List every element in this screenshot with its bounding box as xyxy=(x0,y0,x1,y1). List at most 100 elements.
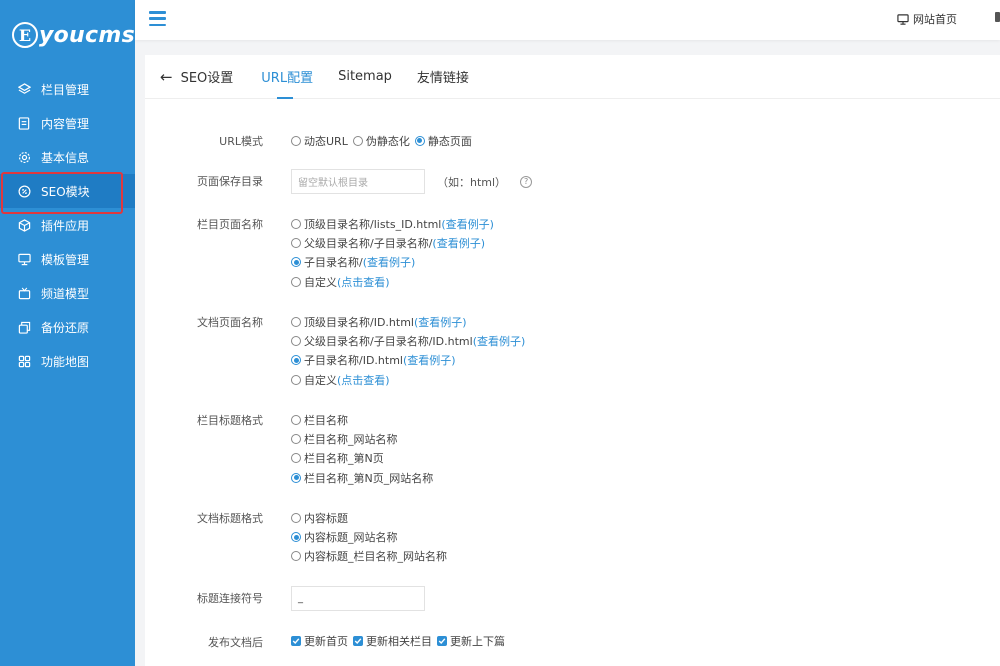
view-example-link[interactable]: (查看例子) xyxy=(414,314,467,330)
doc-page-option-custom[interactable]: 自定义 (点击查看) xyxy=(291,370,525,389)
tab-sitemap[interactable]: Sitemap xyxy=(338,55,392,99)
title-separator-control: _ xyxy=(291,586,425,611)
logo[interactable]: E youcms xyxy=(0,0,135,70)
doc-title-format-options: 内容标题 内容标题_网站名称 内容标题_栏目名称_网站名称 xyxy=(291,508,447,566)
view-example-link[interactable]: (查看例子) xyxy=(363,254,416,270)
sidebar-item-label: 功能地图 xyxy=(41,354,90,369)
radio-button[interactable] xyxy=(291,414,301,425)
sidebar-item-seo[interactable]: SEO模块 xyxy=(0,174,135,208)
sidebar-item-label: 模板管理 xyxy=(41,252,90,267)
website-home-link[interactable]: 网站首页 xyxy=(897,11,957,27)
url-mode-options: 动态URL 伪静态化 静态页面 xyxy=(291,131,477,150)
menu-toggle-icon[interactable] xyxy=(149,11,166,26)
url-mode-option-dynamic[interactable]: 动态URL xyxy=(291,131,348,150)
option-label: 栏目名称_第N页_网站名称 xyxy=(304,471,434,485)
checkbox-checked-icon[interactable] xyxy=(291,635,301,646)
sidebar-item-channel-model[interactable]: 频道模型 xyxy=(0,276,135,310)
doc-page-name-label: 文档页面名称 xyxy=(197,316,263,329)
view-example-link[interactable]: (查看例子) xyxy=(473,333,526,349)
radio-button-selected[interactable] xyxy=(291,355,301,366)
user-icon[interactable] xyxy=(995,12,1000,22)
radio-button[interactable] xyxy=(291,276,301,287)
column-title-option-2[interactable]: 栏目名称_网站名称 xyxy=(291,429,433,448)
checkbox-checked-icon[interactable] xyxy=(353,635,363,646)
radio-button[interactable] xyxy=(291,238,301,249)
column-page-option-3[interactable]: 子目录名称/(查看例子) xyxy=(291,253,494,272)
url-mode-option-static[interactable]: 静态页面 xyxy=(414,131,472,150)
radio-button[interactable] xyxy=(291,374,301,385)
tab-friend-links[interactable]: 友情链接 xyxy=(417,55,469,99)
radio-button-selected[interactable] xyxy=(291,257,301,268)
url-mode-label: URL模式 xyxy=(219,135,263,148)
radio-button[interactable] xyxy=(291,434,301,445)
update-related-columns-checkbox[interactable]: 更新相关栏目 xyxy=(353,631,432,650)
column-page-option-custom[interactable]: 自定义 (点击查看) xyxy=(291,272,494,291)
column-page-option-1[interactable]: 顶级目录名称/lists_ID.html (查看例子) xyxy=(291,214,494,233)
cube-icon xyxy=(17,218,31,232)
radio-button[interactable] xyxy=(291,135,301,146)
radio-button[interactable] xyxy=(291,218,301,229)
sidebar-item-templates[interactable]: 模板管理 xyxy=(0,242,135,276)
update-prev-next-checkbox[interactable]: 更新上下篇 xyxy=(437,631,505,650)
option-label: 栏目名称_第N页 xyxy=(304,452,384,466)
layers-icon xyxy=(17,82,31,96)
radio-button[interactable] xyxy=(352,135,363,146)
update-home-checkbox[interactable]: 更新首页 xyxy=(291,631,348,650)
doc-title-option-2[interactable]: 内容标题_网站名称 xyxy=(291,527,447,546)
sidebar-item-content[interactable]: 内容管理 xyxy=(0,106,135,140)
arrow-left-icon: ← xyxy=(160,67,173,86)
option-label: 更新首页 xyxy=(304,634,348,648)
view-example-link[interactable]: (查看例子) xyxy=(441,216,494,232)
click-view-link[interactable]: (点击查看) xyxy=(337,372,390,388)
radio-button[interactable] xyxy=(291,512,301,523)
back-button[interactable]: ← SEO设置 xyxy=(160,67,234,87)
sidebar-item-label: 频道模型 xyxy=(41,286,90,301)
checkbox-checked-icon[interactable] xyxy=(437,635,447,646)
tab-url-config[interactable]: URL配置 xyxy=(261,55,313,99)
option-label: 内容标题_栏目名称_网站名称 xyxy=(304,550,447,564)
option-label: 栏目名称 xyxy=(304,413,348,427)
sidebar-item-backup[interactable]: 备份还原 xyxy=(0,310,135,344)
sidebar-item-label: 备份还原 xyxy=(41,320,90,335)
doc-title-option-1[interactable]: 内容标题 xyxy=(291,508,447,527)
title-separator-input[interactable]: _ xyxy=(291,586,425,611)
column-title-option-4[interactable]: 栏目名称_第N页_网站名称 xyxy=(291,468,433,487)
sidebar-menu: 栏目管理 内容管理 基本信息 SEO模块 插件应用 模板管理 频道模型 备份还原… xyxy=(0,72,135,378)
seo-icon xyxy=(17,184,31,198)
sidebar-item-basic-info[interactable]: 基本信息 xyxy=(0,140,135,174)
sidebar-item-columns[interactable]: 栏目管理 xyxy=(0,72,135,106)
url-mode-option-pseudo-static[interactable]: 伪静态化 xyxy=(352,131,410,150)
radio-button[interactable] xyxy=(291,336,301,347)
option-label: 顶级目录名称/ID.html xyxy=(304,315,414,329)
column-title-format-label: 栏目标题格式 xyxy=(197,414,263,427)
doc-page-option-1[interactable]: 顶级目录名称/ID.html (查看例子) xyxy=(291,312,525,331)
back-label: SEO设置 xyxy=(180,71,234,86)
option-label: 顶级目录名称/lists_ID.html xyxy=(304,217,442,231)
radio-button[interactable] xyxy=(291,316,301,327)
column-page-option-2[interactable]: 父级目录名称/子目录名称/(查看例子) xyxy=(291,233,494,252)
radio-button-selected[interactable] xyxy=(291,532,301,543)
doc-page-option-3[interactable]: 子目录名称/ID.html (查看例子) xyxy=(291,351,525,370)
view-example-link[interactable]: (查看例子) xyxy=(403,352,456,368)
radio-button-selected[interactable] xyxy=(291,472,301,483)
doc-title-option-3[interactable]: 内容标题_栏目名称_网站名称 xyxy=(291,547,447,566)
column-title-option-1[interactable]: 栏目名称 xyxy=(291,410,433,429)
title-separator-label: 标题连接符号 xyxy=(197,592,263,605)
save-dir-input[interactable]: 留空默认根目录 xyxy=(291,169,425,194)
help-icon[interactable]: ? xyxy=(520,175,533,188)
view-example-link[interactable]: (查看例子) xyxy=(432,235,485,251)
sidebar-item-plugins[interactable]: 插件应用 xyxy=(0,208,135,242)
radio-button[interactable] xyxy=(291,551,301,562)
option-label: 更新相关栏目 xyxy=(366,634,432,648)
sidebar-item-label: 基本信息 xyxy=(41,150,90,165)
sidebar-item-function-map[interactable]: 功能地图 xyxy=(0,344,135,378)
doc-page-option-2[interactable]: 父级目录名称/子目录名称/ID.html (查看例子) xyxy=(291,331,525,350)
grid-icon xyxy=(17,354,31,368)
sidebar-item-label: SEO模块 xyxy=(41,184,90,199)
click-view-link[interactable]: (点击查看) xyxy=(337,274,390,290)
radio-button[interactable] xyxy=(291,453,301,464)
doc-title-format-label: 文档标题格式 xyxy=(197,512,263,525)
column-title-option-3[interactable]: 栏目名称_第N页 xyxy=(291,449,433,468)
radio-button-selected[interactable] xyxy=(414,135,425,146)
option-label: 伪静态化 xyxy=(365,134,410,148)
